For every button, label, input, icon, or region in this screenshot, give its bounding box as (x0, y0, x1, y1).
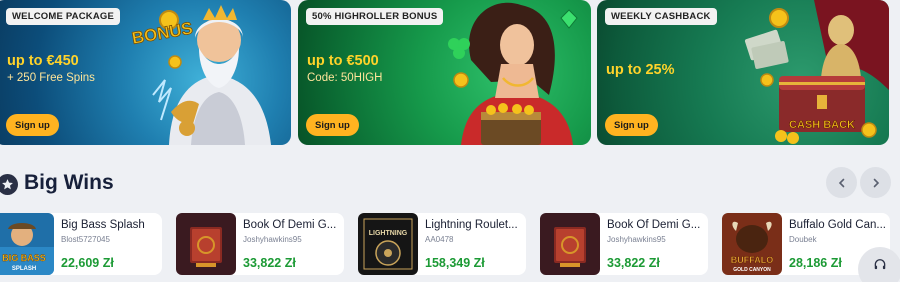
zeus-character: BONUS (131, 5, 271, 145)
carousel-next-button[interactable] (860, 167, 891, 198)
player-name: AA0478 (425, 235, 454, 244)
sign-up-button[interactable]: Sign up (605, 114, 658, 136)
game-name: Buffalo Gold Can... (789, 219, 886, 231)
headset-icon (874, 259, 886, 270)
support-chat-button[interactable] (858, 247, 900, 282)
cashback-art-text: CASH BACK (789, 119, 855, 131)
win-card[interactable]: Book Of Demi G... Joshyhawkins95 33,822 … (176, 213, 344, 275)
game-thumbnail: LIGHTNING (358, 213, 418, 275)
game-thumbnail (540, 213, 600, 275)
promo-headline: up to 25% (606, 62, 675, 78)
win-amount: 28,186 Zł (789, 256, 842, 270)
player-name: Joshyhawkins95 (607, 235, 666, 244)
promo-subtext: Code: 50HIGH (307, 72, 383, 84)
game-name: Book Of Demi G... (243, 219, 337, 231)
game-name: Big Bass Splash (61, 219, 145, 231)
thumbnail-subtitle: GOLD CANYON (733, 267, 771, 273)
carousel-prev-button[interactable] (826, 167, 857, 198)
promo-subtext: + 250 Free Spins (7, 72, 95, 84)
thumbnail-title: BUFFALO (731, 255, 774, 265)
thumbnail-subtitle: SPLASH (12, 266, 36, 272)
game-name: Lightning Roulet... (425, 219, 518, 231)
win-card[interactable]: LIGHTNING Lightning Roulet... AA0478 158… (358, 213, 526, 275)
game-thumbnail (176, 213, 236, 275)
promo-tag: WEEKLY CASHBACK (605, 8, 717, 25)
game-thumbnail: BIG BASS SPLASH (0, 213, 54, 275)
player-name: Doubek (789, 235, 817, 244)
promo-highroller-bonus[interactable]: 50% HIGHROLLER BONUS up to €500 Code: 50… (298, 0, 591, 145)
win-amount: 22,609 Zł (61, 256, 114, 270)
chevron-left-icon (838, 178, 844, 187)
bonus-art-text: BONUS (131, 19, 194, 48)
player-name: Joshyhawkins95 (243, 235, 302, 244)
game-name: Book Of Demi G... (607, 219, 701, 231)
promo-tag: WELCOME PACKAGE (6, 8, 121, 25)
cashback-chest-statue: CASH BACK (744, 0, 889, 144)
woman-with-chest-character (448, 2, 578, 145)
big-wins-title: Big Wins (24, 171, 114, 194)
promo-tag: 50% HIGHROLLER BONUS (306, 8, 444, 25)
sign-up-button[interactable]: Sign up (6, 114, 59, 136)
promo-welcome-package[interactable]: BONUS WELCOME PACKAGE up to €450 + 250 F… (0, 0, 291, 145)
win-amount: 33,822 Zł (607, 256, 660, 270)
thumbnail-title: LIGHTNING (369, 230, 408, 237)
sign-up-button[interactable]: Sign up (306, 114, 359, 136)
promo-headline: up to €450 (7, 53, 79, 69)
chevron-right-icon (873, 178, 879, 187)
star-icon (0, 174, 18, 195)
thumbnail-title: BIG BASS (2, 253, 46, 263)
player-name: Blost5727045 (61, 235, 110, 244)
win-card[interactable]: BIG BASS SPLASH Big Bass Splash Blost572… (0, 213, 162, 275)
promo-headline: up to €500 (307, 53, 379, 69)
promo-weekly-cashback[interactable]: CASH BACK WEEKLY CASHBACK up to 25% Sign… (597, 0, 889, 145)
game-thumbnail: BUFFALO GOLD CANYON (722, 213, 782, 275)
win-card[interactable]: Book Of Demi G... Joshyhawkins95 33,822 … (540, 213, 708, 275)
win-amount: 33,822 Zł (243, 256, 296, 270)
win-amount: 158,349 Zł (425, 256, 485, 270)
